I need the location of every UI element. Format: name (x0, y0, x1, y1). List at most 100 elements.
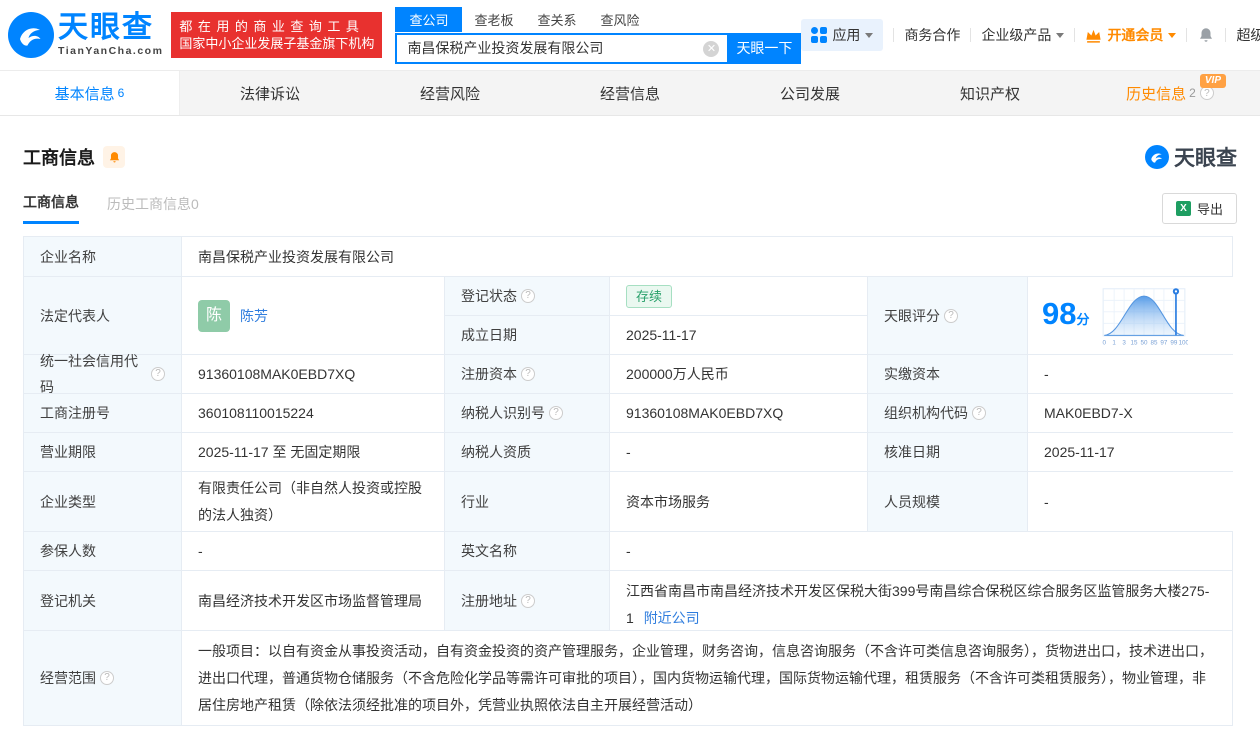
field-label: 成立日期 (445, 316, 610, 354)
company-type-value: 有限责任公司（非自然人投资或控股的法人独资） (182, 472, 445, 531)
svg-text:0: 0 (1102, 339, 1106, 346)
export-button[interactable]: X 导出 (1161, 192, 1237, 224)
logo-domain: TianYanCha.com (58, 45, 164, 58)
business-term-value: 2025-11-17 至 无固定期限 (182, 433, 445, 471)
tab-legal-proceedings[interactable]: 法律诉讼 (180, 71, 360, 115)
field-label: 注册资本 ? (445, 355, 610, 393)
avatar: 陈 (198, 299, 230, 332)
enterprise-products-menu[interactable]: 企业级产品 (981, 25, 1065, 45)
tianyancha-logo-icon (1145, 145, 1169, 169)
establish-date-value: 2025-11-17 (610, 316, 867, 354)
field-label: 纳税人资质 (445, 433, 610, 471)
excel-icon: X (1175, 200, 1191, 216)
field-label: 工商注册号 (24, 394, 182, 432)
english-name-value: - (610, 532, 1232, 570)
search-block: 查公司 查老板 查关系 查风险 ✕ 天眼一下 (395, 6, 802, 64)
help-icon[interactable]: ? (944, 308, 958, 323)
watermark-text: 天眼查 (1174, 147, 1237, 170)
watermark-logo: 天眼查 (1145, 142, 1237, 172)
help-icon[interactable]: ? (521, 593, 535, 608)
header-nav: 应用 商务合作 企业级产品 开通会员 超级风... (801, 19, 1260, 51)
field-label: 注册地址 ? (445, 571, 610, 630)
field-label: 参保人数 (24, 532, 182, 570)
reg-number-value: 360108110015224 (182, 394, 445, 432)
field-label: 人员规模 (868, 472, 1028, 531)
tab-operational-risk[interactable]: 经营风险 (360, 71, 540, 115)
notifications-button[interactable] (1197, 26, 1215, 44)
svg-text:1: 1 (1112, 339, 1116, 346)
search-tab-relation[interactable]: 查关系 (525, 7, 588, 32)
tab-history-info[interactable]: VIP 历史信息 2 ? (1080, 71, 1260, 115)
field-label: 行业 (445, 472, 610, 531)
subtab-history-business-info[interactable]: 历史工商信息0 (107, 194, 199, 223)
apps-label: 应用 (832, 27, 861, 43)
reg-address-cell: 江西省南昌市南昌经济技术开发区保税大街399号南昌综合保税区综合服务区监管服务大… (610, 571, 1232, 630)
chevron-down-icon (1168, 32, 1177, 42)
table-row: 营业期限 2025-11-17 至 无固定期限 纳税人资质 - 核准日期 202… (24, 433, 1234, 472)
field-label: 营业期限 (24, 433, 182, 471)
subtab-business-info[interactable]: 工商信息 (23, 192, 79, 224)
clear-search-icon[interactable]: ✕ (703, 40, 720, 57)
search-tab-boss[interactable]: 查老板 (462, 7, 525, 32)
bell-icon (1200, 28, 1213, 42)
svg-text:3: 3 (1122, 339, 1126, 346)
tab-company-development[interactable]: 公司发展 (720, 71, 900, 115)
banner-line1: 都在用的商业查询工具 (179, 19, 365, 34)
open-membership-menu[interactable]: 开通会员 (1085, 25, 1177, 45)
super-risk-menu[interactable]: 超级风... (1236, 25, 1260, 45)
section-title: 工商信息 (23, 148, 95, 168)
chevron-down-icon (1056, 32, 1065, 42)
tab-operation-info[interactable]: 经营信息 (540, 71, 720, 115)
bell-icon (109, 151, 119, 162)
help-icon[interactable]: ? (521, 289, 535, 303)
tianyancha-logo-icon (8, 12, 54, 58)
banner-line2: 国家中小企业发展子基金旗下机构 (179, 36, 375, 51)
tab-basic-info[interactable]: 基本信息 6 (0, 71, 180, 115)
search-tabs: 查公司 查老板 查关系 查风险 (395, 6, 801, 32)
apps-grid-icon (811, 27, 828, 43)
table-row: 统一社会信用代码 ? 91360108MAK0EBD7XQ 注册资本 ? 200… (24, 353, 1234, 395)
help-icon[interactable]: ? (549, 406, 563, 420)
help-icon[interactable]: ? (100, 671, 114, 685)
help-icon[interactable]: ? (521, 367, 535, 381)
business-cooperation-link[interactable]: 商务合作 (904, 25, 960, 45)
search-input[interactable] (395, 32, 728, 64)
score-distribution-chart: 0 1 3 15 50 85 97 99 100 (1102, 287, 1188, 346)
industry-value: 资本市场服务 (610, 472, 868, 531)
help-icon[interactable]: ? (151, 367, 165, 381)
field-label: 企业名称 (24, 237, 182, 276)
field-label: 统一社会信用代码 ? (24, 353, 182, 395)
tab-intellectual-property[interactable]: 知识产权 (900, 71, 1080, 115)
table-row: 工商注册号 360108110015224 纳税人识别号 ? 91360108M… (24, 394, 1234, 433)
legal-rep-cell: 陈 陈芳 (182, 277, 445, 354)
help-icon[interactable]: ? (972, 406, 986, 420)
credit-code-value: 91360108MAK0EBD7XQ (182, 355, 445, 393)
staff-size-value: - (1028, 472, 1234, 531)
nearby-companies-link[interactable]: 附近公司 (644, 610, 700, 626)
help-icon[interactable]: ? (1199, 86, 1214, 100)
apps-menu[interactable]: 应用 (801, 19, 884, 51)
org-code-value: MAK0EBD7-X (1028, 394, 1234, 432)
chevron-down-icon (865, 32, 874, 42)
field-label: 法定代表人 (24, 277, 182, 354)
search-tab-company[interactable]: 查公司 (395, 6, 463, 32)
divider (893, 28, 895, 42)
business-info-table: 企业名称 南昌保税产业投资发展有限公司 法定代表人 陈 陈芳 登记状态 ? 存续 (23, 236, 1234, 726)
reg-capital-value: 200000万人民币 (610, 355, 868, 393)
taxpayer-quality-value: - (610, 433, 868, 471)
subscribe-bell-chip[interactable] (103, 146, 125, 168)
table-row: 登记机关 南昌经济技术开发区市场监督管理局 注册地址 ? 江西省南昌市南昌经济技… (24, 571, 1232, 631)
field-label: 核准日期 (868, 433, 1028, 471)
tianyancha-logo[interactable]: 天眼查 TianYanCha.com (8, 12, 163, 58)
logo-name: 天眼查 (58, 11, 154, 45)
svg-text:85: 85 (1150, 339, 1157, 346)
field-label: 企业类型 (24, 472, 182, 531)
legal-rep-link[interactable]: 陈芳 (240, 303, 268, 329)
divider (1074, 28, 1076, 42)
search-button[interactable]: 天眼一下 (727, 32, 802, 64)
divider (1186, 28, 1188, 42)
main-content: 工商信息 天眼查 工商信息 历史工商信息0 X 导出 企业名称 南昌保税产业投资… (0, 142, 1260, 726)
score-value: 98 (1042, 296, 1077, 331)
search-tab-risk[interactable]: 查风险 (588, 7, 651, 32)
taxpayer-id-value: 91360108MAK0EBD7XQ (610, 394, 868, 432)
